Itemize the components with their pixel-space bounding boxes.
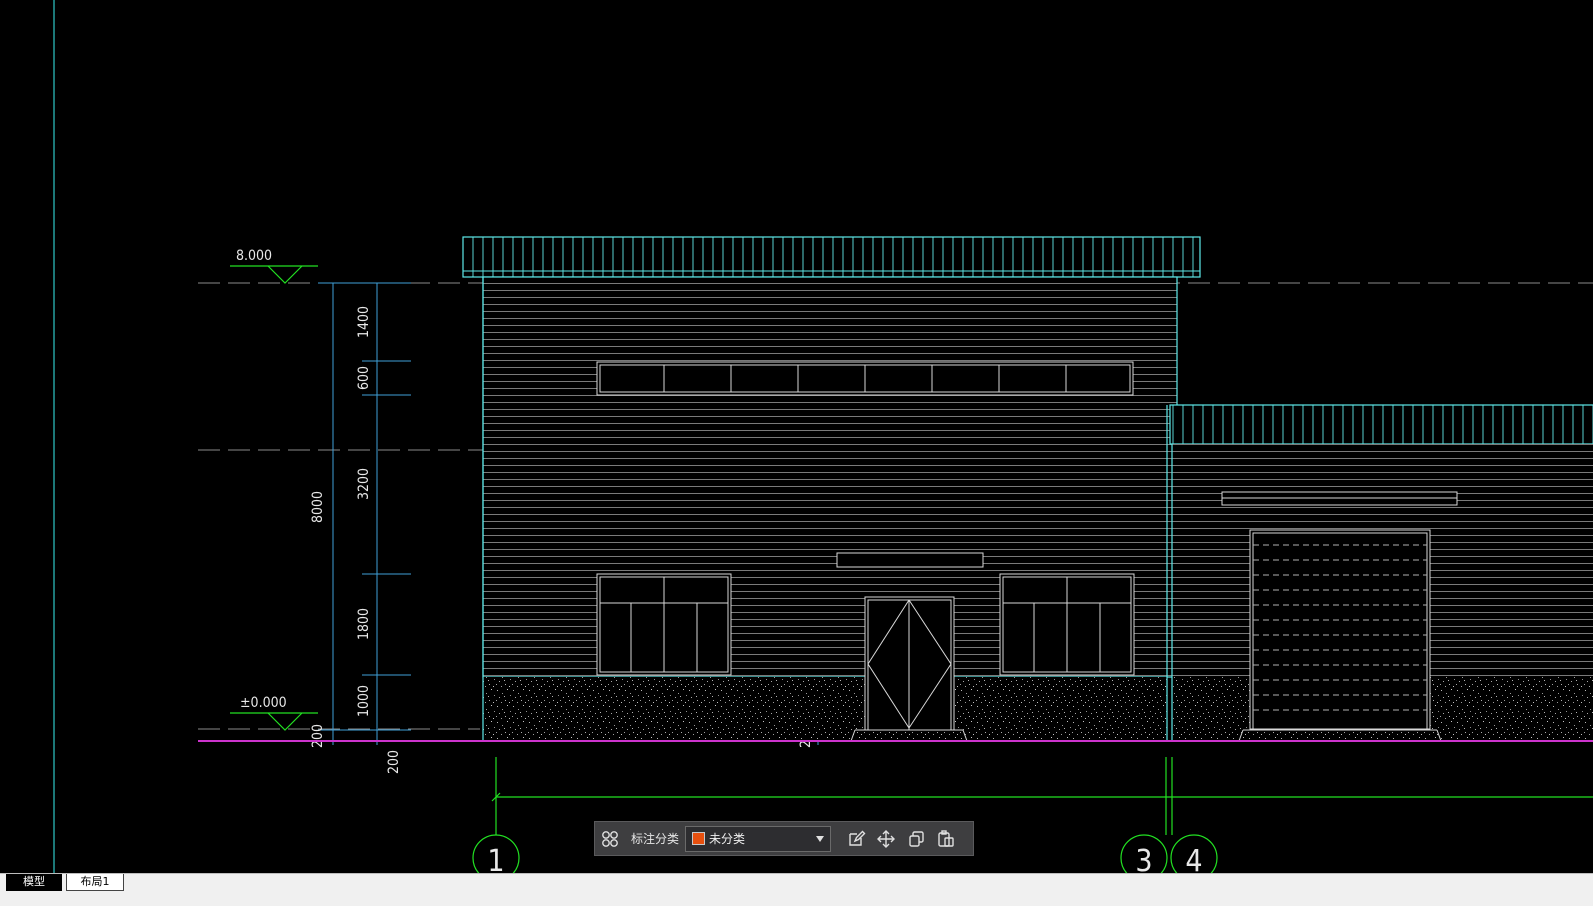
dim-3200-text: 3200 bbox=[356, 468, 372, 500]
category-color-swatch bbox=[692, 832, 706, 845]
window-right bbox=[999, 573, 1135, 676]
axis-label-4: 4 bbox=[1185, 844, 1202, 873]
paste-icon[interactable] bbox=[931, 824, 961, 854]
level-marker-top bbox=[230, 265, 318, 284]
chevron-down-icon bbox=[816, 835, 825, 842]
dim-1400-text: 1400 bbox=[356, 306, 372, 338]
category-dropdown-value: 未分类 bbox=[709, 832, 746, 846]
layout-tab-bar: 模型 布局1 bbox=[0, 873, 1593, 906]
annotation-category-toolbar: 标注分类 未分类 bbox=[594, 821, 974, 856]
grid-select-icon[interactable] bbox=[595, 824, 625, 854]
main-plinth bbox=[483, 677, 1167, 741]
category-label: 标注分类 bbox=[631, 832, 680, 846]
tab-model[interactable]: 模型 bbox=[6, 874, 62, 891]
clerestory-window bbox=[596, 361, 1134, 396]
main-building bbox=[462, 236, 1201, 742]
dim-1800-text: 1800 bbox=[356, 608, 372, 640]
dim-bottom-text: 200 bbox=[386, 750, 402, 774]
axis-label-1: 1 bbox=[487, 844, 504, 873]
dim-200-text: 200 bbox=[310, 724, 326, 748]
entrance-door bbox=[850, 596, 968, 742]
level-ground-text: ±0.000 bbox=[240, 695, 287, 711]
annex-roof bbox=[1169, 404, 1593, 445]
dim-600-text: 600 bbox=[356, 366, 372, 390]
dim-1000-text: 1000 bbox=[356, 685, 372, 717]
window-left bbox=[596, 573, 732, 676]
annex-building bbox=[1166, 404, 1593, 742]
level-top-text: 8.000 bbox=[236, 248, 272, 264]
level-marker-ground bbox=[230, 712, 318, 731]
category-dropdown[interactable]: 未分类 bbox=[685, 825, 832, 852]
copy-icon[interactable] bbox=[901, 824, 931, 854]
edit-icon[interactable] bbox=[841, 824, 871, 854]
tab-layout1[interactable]: 布局1 bbox=[66, 874, 124, 891]
cad-drawing-canvas[interactable]: 8.000 ±0.000 8000 1400 600 3200 1800 100… bbox=[0, 0, 1593, 882]
axis-label-3: 3 bbox=[1135, 844, 1152, 873]
dim-total-text: 8000 bbox=[310, 491, 326, 523]
move-icon[interactable] bbox=[871, 824, 901, 854]
door-canopy bbox=[836, 552, 984, 568]
